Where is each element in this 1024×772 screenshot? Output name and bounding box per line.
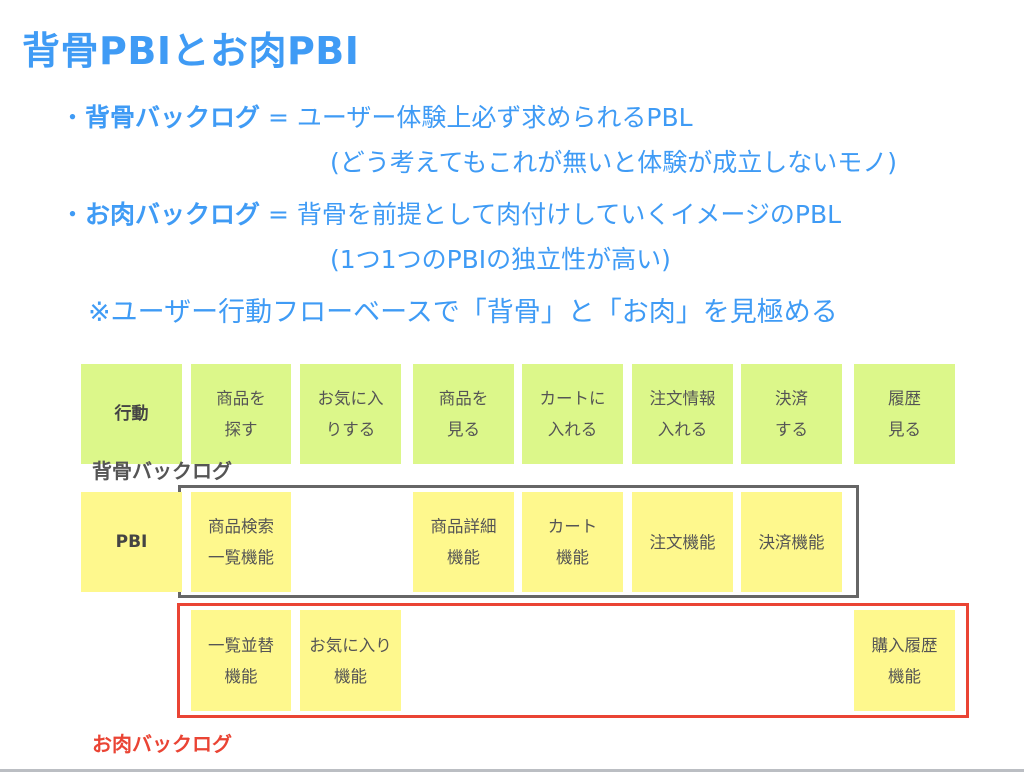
meat-pbi-card: 一覧並替 機能 [191,610,291,711]
spine-pbi-card: 商品検索 一覧機能 [191,492,291,592]
definition-description: 背骨を前提として肉付けしていくイメージのPBL [296,200,842,229]
equals-sign: = [260,103,297,132]
meat-backlog-frame [177,603,969,718]
definition-term: 背骨バックログ [85,103,261,132]
meat-pbi-card: 購入履歴 機能 [854,610,955,711]
definition-spine: ・背骨バックログ = ユーザー体験上必ず求められるPBL [60,98,693,134]
page-title: 背骨PBIとお肉PBI [22,29,360,73]
action-card: 商品を 見る [413,364,514,464]
spine-pbi-card: カート 機能 [522,492,623,592]
action-card: 履歴 見る [854,364,955,464]
action-card: 注文情報 入れる [632,364,733,464]
meat-pbi-card: お気に入り 機能 [300,610,401,711]
definition-meat-note: (1つ1つのPBIの独立性が高い) [330,245,671,274]
action-card: カートに 入れる [522,364,623,464]
row-label-pbi: PBI [81,492,182,592]
bullet: ・ [60,103,86,132]
bullet: ・ [60,200,86,229]
spine-pbi-card: 商品詳細 機能 [413,492,514,592]
equals-sign: = [260,200,297,229]
row-label-actions: 行動 [81,364,182,464]
definition-meat: ・お肉バックログ = 背骨を前提として肉付けしていくイメージのPBL [60,195,841,231]
action-card: 商品を 探す [191,364,291,464]
spine-pbi-card: 注文機能 [632,492,733,592]
spine-pbi-card: 決済機能 [741,492,842,592]
remark: ※ユーザー行動フローベースで「背骨」と「お肉」を見極める [88,297,838,328]
definition-spine-note: (どう考えてもこれが無いと体験が成立しないモノ) [330,148,898,177]
action-card: お気に入 りする [300,364,401,464]
meat-backlog-label: お肉バックログ [92,732,232,756]
definition-description: ユーザー体験上必ず求められるPBL [296,103,693,132]
action-card: 決済 する [741,364,842,464]
definition-term: お肉バックログ [85,200,261,229]
spine-backlog-label: 背骨バックログ [92,459,232,483]
